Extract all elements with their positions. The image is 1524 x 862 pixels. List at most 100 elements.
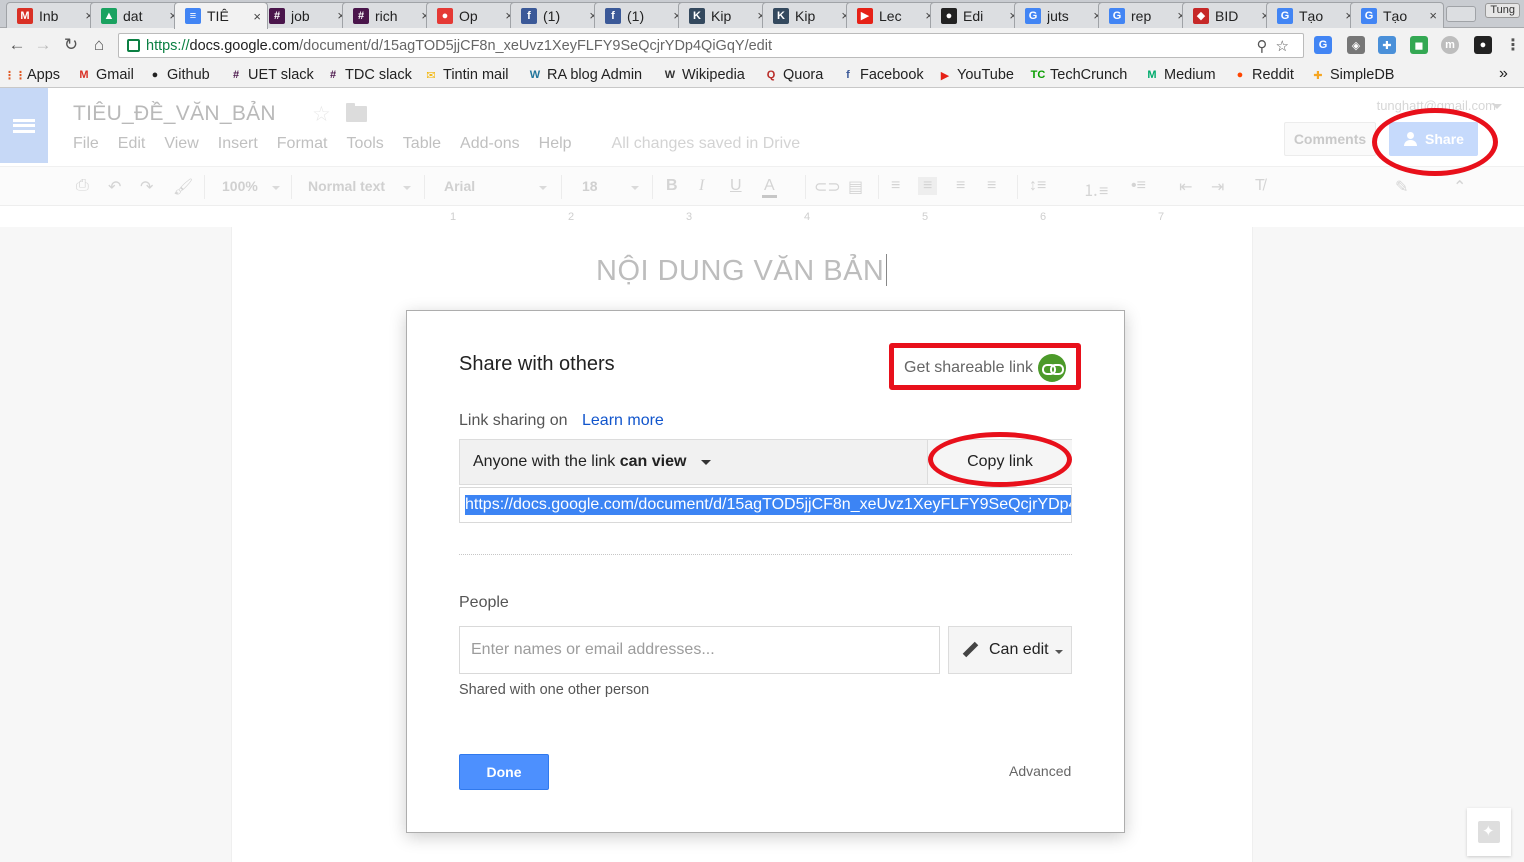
permission-dropdown[interactable]: Can edit xyxy=(948,626,1072,674)
paint-format-icon[interactable]: 🖌 xyxy=(173,177,193,197)
incognito-icon[interactable]: ● xyxy=(1474,36,1492,54)
bookmark-item[interactable]: ▶ YouTube xyxy=(938,66,1014,84)
clear-formatting-icon[interactable]: T̸ xyxy=(1255,177,1265,195)
home-icon[interactable]: ⌂ xyxy=(90,35,108,54)
zoom-select[interactable]: 100% xyxy=(222,178,258,194)
decrease-indent-icon[interactable]: ⇤ xyxy=(1179,177,1192,197)
browser-tab[interactable]: f(1)× xyxy=(594,2,688,28)
browser-tab[interactable]: ≡ TIÊ × xyxy=(174,2,268,29)
menu-edit[interactable]: Edit xyxy=(118,135,146,155)
font-select[interactable]: Arial xyxy=(444,178,475,194)
account-caret-icon[interactable] xyxy=(1492,104,1502,109)
close-tab-icon[interactable]: × xyxy=(1429,8,1437,23)
address-bar[interactable]: https://docs.google.com/document/d/15agT… xyxy=(118,33,1304,58)
back-arrow-icon[interactable]: ← xyxy=(8,35,26,54)
browser-tab[interactable]: ●Edi× xyxy=(930,2,1024,28)
italic-icon[interactable]: I xyxy=(699,177,704,195)
forward-arrow-icon[interactable]: → xyxy=(34,35,52,54)
increase-indent-icon[interactable]: ⇥ xyxy=(1211,177,1224,197)
menu-format[interactable]: Format xyxy=(277,135,328,155)
link-icon[interactable]: ⊂⊃ xyxy=(814,177,841,197)
bookmark-item[interactable]: ● Reddit xyxy=(1233,66,1294,84)
get-shareable-link[interactable]: Get shareable link xyxy=(904,354,1066,382)
bookmark-star-icon[interactable]: ☆ xyxy=(1276,38,1297,55)
chevron-down-icon[interactable] xyxy=(701,460,711,465)
line-spacing-icon[interactable]: ↕≡ xyxy=(1029,177,1046,195)
bookmark-item[interactable]: ✉ Tintin mail xyxy=(424,66,508,84)
bookmark-item[interactable]: ✚ SimpleDB xyxy=(1311,66,1394,84)
browser-tab[interactable]: Grep× xyxy=(1098,2,1192,28)
bookmark-item[interactable]: # TDC slack xyxy=(326,66,412,84)
browser-tab[interactable]: #job× xyxy=(258,2,352,28)
bookmark-item[interactable]: Q Quora xyxy=(764,66,824,84)
browser-tab[interactable]: KKip× xyxy=(762,2,856,28)
menu-file[interactable]: File xyxy=(73,135,99,155)
browser-tab[interactable]: ▲dat× xyxy=(90,2,184,28)
browser-tab[interactable]: Gjuts× xyxy=(1014,2,1108,28)
extension-icon[interactable]: m xyxy=(1441,36,1459,54)
close-tab-icon[interactable]: × xyxy=(253,9,261,24)
comment-icon[interactable]: ▤ xyxy=(848,177,863,197)
browser-tab[interactable]: f(1)× xyxy=(510,2,604,28)
save-status[interactable]: All changes saved in Drive xyxy=(612,135,801,155)
bookmark-item[interactable]: f Facebook xyxy=(841,66,924,84)
collapse-chevron-icon[interactable]: ⌃ xyxy=(1453,177,1466,197)
browser-tab[interactable]: GTạo× xyxy=(1266,2,1360,28)
zoom-icon[interactable]: ⚲ xyxy=(1257,38,1276,55)
bookmark-item[interactable]: M Medium xyxy=(1145,66,1215,84)
copy-link-button[interactable]: Copy link xyxy=(927,440,1072,484)
menu-help[interactable]: Help xyxy=(539,135,572,155)
browser-tab[interactable]: KKip× xyxy=(678,2,772,28)
undo-icon[interactable]: ↶ xyxy=(108,177,121,197)
bookmark-item[interactable]: ⋮⋮ Apps xyxy=(4,66,60,84)
browser-tab[interactable]: ●Op× xyxy=(426,2,520,28)
browser-tab[interactable]: MInb× xyxy=(6,2,100,28)
browser-tab[interactable]: GTạo× xyxy=(1350,2,1444,28)
text-color-icon[interactable]: A xyxy=(762,177,777,198)
editing-mode-pencil-icon[interactable]: ✎ xyxy=(1395,177,1408,197)
comments-button[interactable]: Comments xyxy=(1284,122,1376,156)
align-center-icon[interactable]: ≡ xyxy=(918,177,938,195)
new-tab-button[interactable] xyxy=(1446,6,1476,22)
advanced-link[interactable]: Advanced xyxy=(1009,763,1071,779)
profile-name[interactable]: Tung xyxy=(1485,3,1520,18)
bookmark-item[interactable]: M Gmail xyxy=(77,66,133,84)
underline-icon[interactable]: U xyxy=(730,177,742,195)
shareable-link-field[interactable]: https://docs.google.com/document/d/15agT… xyxy=(459,487,1072,523)
link-access-dropdown[interactable]: Anyone with the link can view xyxy=(473,453,686,471)
browser-tab[interactable]: ▶Lec× xyxy=(846,2,940,28)
redo-icon[interactable]: ↷ xyxy=(140,177,153,197)
browser-tab[interactable]: #rich× xyxy=(342,2,436,28)
learn-more-link[interactable]: Learn more xyxy=(582,412,664,430)
explore-button[interactable] xyxy=(1467,808,1511,856)
reload-icon[interactable]: ↻ xyxy=(62,35,80,54)
share-button[interactable]: Share xyxy=(1389,122,1478,156)
bookmark-item[interactable]: TC TechCrunch xyxy=(1031,66,1128,84)
numbered-list-icon[interactable]: ⒈≡ xyxy=(1083,177,1108,201)
translate-extension-icon[interactable]: G xyxy=(1314,36,1332,54)
extension-icon[interactable]: ◼ xyxy=(1410,36,1428,54)
document-body-text[interactable]: NỘI DUNG VĂN BẢN xyxy=(596,254,888,288)
menu-addons[interactable]: Add-ons xyxy=(460,135,520,155)
extension-icon[interactable]: ◈ xyxy=(1347,36,1365,54)
people-input[interactable]: Enter names or email addresses... xyxy=(459,626,940,674)
shared-with-summary[interactable]: Shared with one other person xyxy=(459,682,649,698)
bold-icon[interactable]: B xyxy=(666,177,678,195)
folder-icon[interactable] xyxy=(346,103,367,122)
done-button[interactable]: Done xyxy=(459,754,549,790)
style-select[interactable]: Normal text xyxy=(308,178,385,194)
align-right-icon[interactable]: ≡ xyxy=(956,177,965,195)
menu-view[interactable]: View xyxy=(164,135,198,155)
ruler[interactable]: 1 2 3 4 5 6 7 xyxy=(0,207,1524,227)
align-left-icon[interactable]: ≡ xyxy=(891,177,900,195)
account-email[interactable]: tunghatt@gmail.com xyxy=(1377,98,1496,113)
extension-icon[interactable]: ✚ xyxy=(1378,36,1396,54)
bulleted-list-icon[interactable]: •≡ xyxy=(1131,177,1146,195)
bookmark-item[interactable]: W RA blog Admin xyxy=(528,66,642,84)
document-title[interactable]: TIÊU_ĐỀ_VĂN_BẢN xyxy=(73,102,276,126)
more-bookmarks-chevron[interactable]: » xyxy=(1499,65,1508,83)
align-justify-icon[interactable]: ≡ xyxy=(987,177,996,195)
font-size-select[interactable]: 18 xyxy=(582,178,598,194)
bookmark-item[interactable]: # UET slack xyxy=(229,66,314,84)
browser-tab[interactable]: ◆BID× xyxy=(1182,2,1276,28)
